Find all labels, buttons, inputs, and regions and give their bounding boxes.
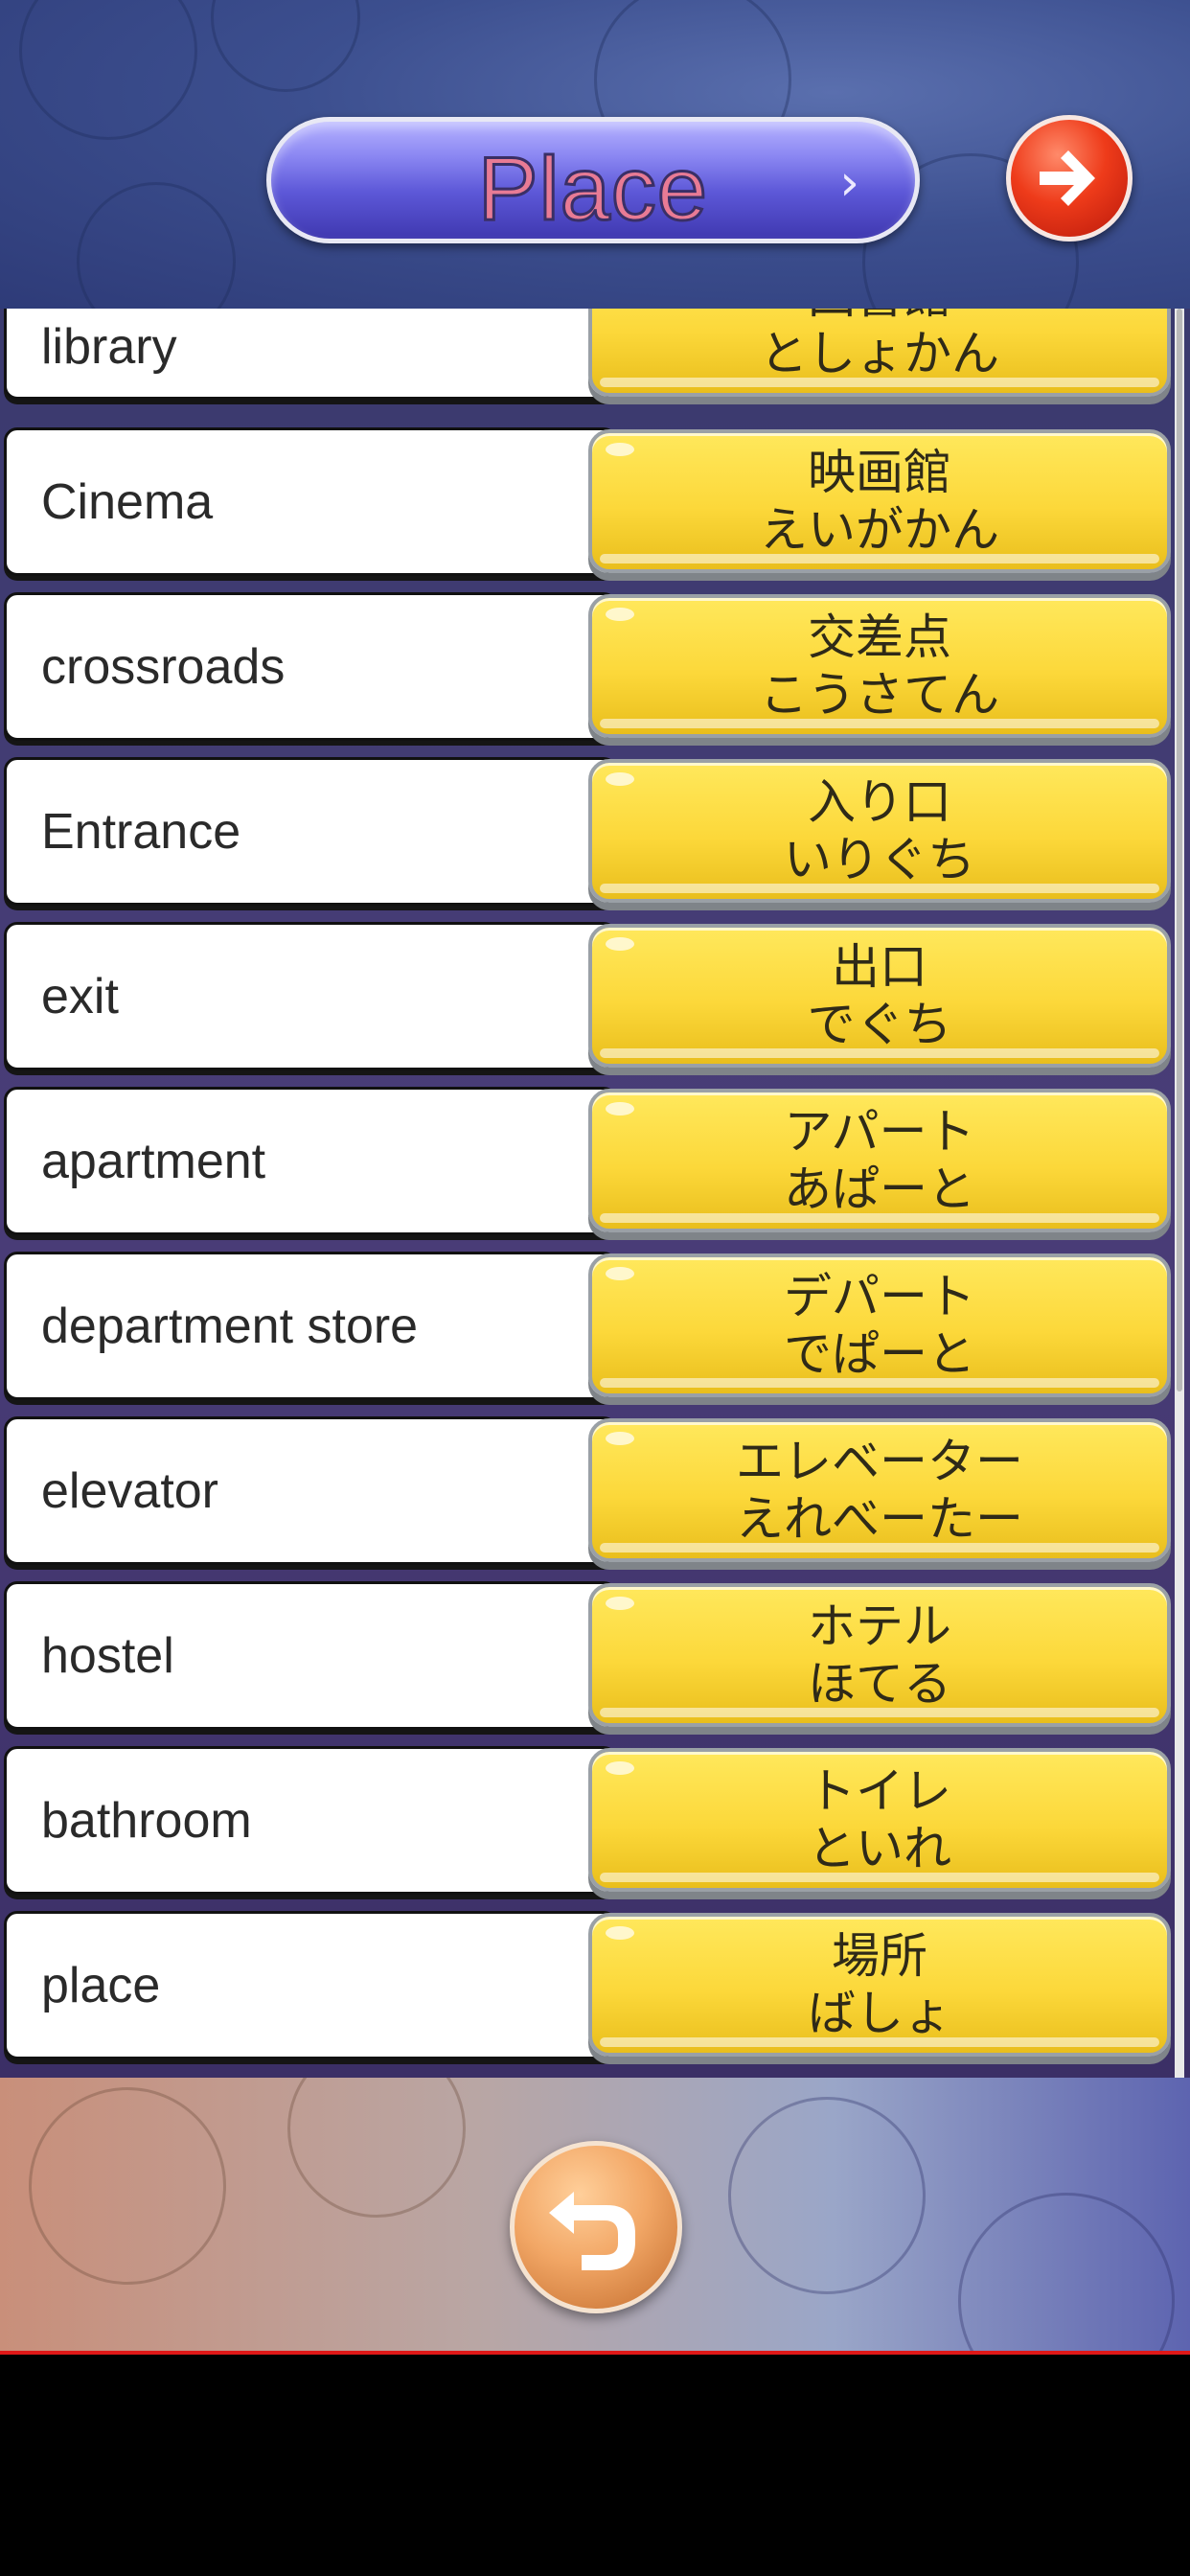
- list-item: bathroom トイレ といれ: [4, 1746, 1171, 1895]
- kana-text: あぱーと: [784, 1162, 975, 1217]
- kana-text: でぐち: [807, 997, 952, 1052]
- english-word: elevator: [41, 1462, 218, 1519]
- background-flower: [29, 2087, 226, 2285]
- english-word: crossroads: [41, 638, 286, 695]
- arrow-right-icon: [1040, 150, 1095, 206]
- list-item: apartment アパート あぱーと: [4, 1087, 1171, 1235]
- english-word: Cinema: [41, 473, 214, 530]
- japanese-answer-button[interactable]: 映画館 えいがかん: [588, 429, 1171, 573]
- background-flower: [287, 2078, 466, 2218]
- background-flower: [211, 0, 360, 92]
- japanese-answer-button[interactable]: 図書館 としょかん: [588, 309, 1171, 397]
- kanji-text: 映画館: [808, 445, 951, 500]
- list-item: department store デパート でぱーと: [4, 1252, 1171, 1400]
- background-flower: [19, 0, 197, 140]
- list-item: crossroads 交差点 こうさてん: [4, 592, 1171, 741]
- kanji-text: 場所: [832, 1928, 927, 1984]
- japanese-answer-button[interactable]: エレベーター えれべーたー: [588, 1418, 1171, 1562]
- word-card: elevator: [4, 1416, 617, 1565]
- kanji-text: デパート: [784, 1269, 975, 1324]
- back-button[interactable]: [510, 2141, 682, 2313]
- category-title-button[interactable]: Place ›: [266, 117, 920, 243]
- list-item: Cinema 映画館 えいがかん: [4, 427, 1171, 576]
- english-word: place: [41, 1957, 161, 2013]
- english-word: bathroom: [41, 1792, 252, 1849]
- word-list[interactable]: library 図書館 としょかん Cinema 映画館 えいがかん cross…: [0, 309, 1190, 2078]
- kanji-text: トイレ: [808, 1763, 951, 1819]
- kana-text: こうさてん: [760, 667, 999, 723]
- kana-text: ばしょ: [808, 1986, 951, 2041]
- kana-text: ほてる: [808, 1656, 951, 1712]
- list-item: elevator エレベーター えれべーたー: [4, 1416, 1171, 1565]
- word-card: crossroads: [4, 592, 617, 741]
- word-card: apartment: [4, 1087, 617, 1235]
- word-card: bathroom: [4, 1746, 617, 1895]
- kana-text: いりぐち: [784, 832, 975, 887]
- japanese-answer-button[interactable]: トイレ といれ: [588, 1748, 1171, 1892]
- word-card: hostel: [4, 1581, 617, 1730]
- word-card: department store: [4, 1252, 617, 1400]
- list-item: library 図書館 としょかん: [4, 309, 1171, 400]
- scrollbar-thumb[interactable]: [1177, 309, 1182, 1392]
- category-title: Place: [476, 137, 709, 241]
- english-word: hostel: [41, 1627, 174, 1684]
- word-card: place: [4, 1911, 617, 2059]
- background-flower: [958, 2193, 1175, 2354]
- japanese-answer-button[interactable]: 入り口 いりぐち: [588, 759, 1171, 903]
- empty-area: [0, 2355, 1190, 2576]
- english-word: Entrance: [41, 803, 241, 860]
- kanji-text: 出口: [832, 939, 927, 995]
- kana-text: でぱーと: [784, 1326, 975, 1382]
- english-word: library: [41, 318, 177, 375]
- japanese-answer-button[interactable]: ホテル ほてる: [588, 1583, 1171, 1727]
- kanji-text: アパート: [784, 1104, 975, 1160]
- japanese-answer-button[interactable]: 出口 でぐち: [588, 924, 1171, 1068]
- word-card: library: [4, 309, 617, 400]
- japanese-answer-button[interactable]: デパート でぱーと: [588, 1254, 1171, 1397]
- english-word: department store: [41, 1298, 419, 1354]
- english-word: exit: [41, 968, 119, 1024]
- list-item: place 場所 ばしょ: [4, 1911, 1171, 2059]
- word-card: exit: [4, 922, 617, 1070]
- kana-text: えれべーたー: [736, 1491, 1023, 1547]
- kana-text: といれ: [808, 1821, 951, 1876]
- japanese-answer-button[interactable]: 場所 ばしょ: [588, 1913, 1171, 2057]
- list-item: exit 出口 でぐち: [4, 922, 1171, 1070]
- kana-text: としょかん: [760, 326, 999, 381]
- list-item: Entrance 入り口 いりぐち: [4, 757, 1171, 906]
- kanji-text: ホテル: [808, 1598, 951, 1654]
- footer-bar: [0, 2078, 1190, 2354]
- background-flower: [728, 2097, 926, 2294]
- list-item: hostel ホテル ほてる: [4, 1581, 1171, 1730]
- japanese-answer-button[interactable]: 交差点 こうさてん: [588, 594, 1171, 738]
- header-bar: Place ›: [0, 0, 1190, 309]
- word-card: Cinema: [4, 427, 617, 576]
- kanji-text: 図書館: [592, 309, 1167, 324]
- kanji-text: 入り口: [808, 774, 951, 830]
- word-card: Entrance: [4, 757, 617, 906]
- undo-arrow-icon: [549, 2192, 635, 2270]
- japanese-answer-button[interactable]: アパート あぱーと: [588, 1089, 1171, 1232]
- next-category-button[interactable]: [1006, 115, 1133, 242]
- background-flower: [77, 182, 236, 309]
- chevron-right-icon: ›: [839, 154, 859, 212]
- english-word: apartment: [41, 1133, 266, 1189]
- kanji-text: エレベーター: [736, 1434, 1023, 1489]
- kana-text: えいがかん: [760, 502, 999, 558]
- kanji-text: 交差点: [808, 610, 951, 665]
